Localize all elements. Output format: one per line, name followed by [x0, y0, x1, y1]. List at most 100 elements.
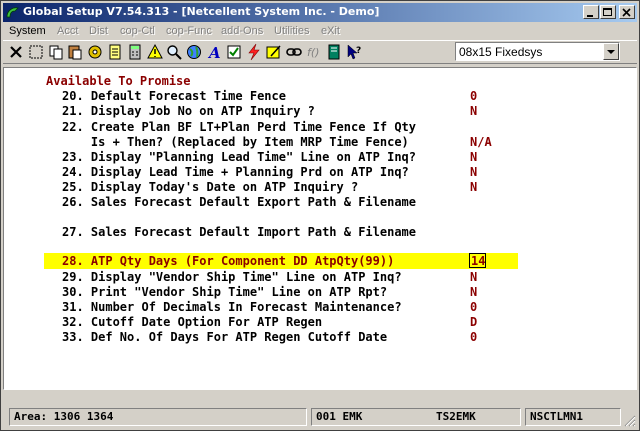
status-menu: NSCTLMN1 — [525, 408, 621, 426]
app-logo-icon — [6, 7, 19, 18]
setting-line[interactable]: 29. Display "Vendor Ship Time" Line on A… — [4, 270, 636, 285]
svg-text:?: ? — [356, 46, 361, 56]
close-icon — [622, 8, 631, 17]
setting-label: 30. Print "Vendor Ship Time" Line on ATP… — [62, 285, 388, 299]
alert-icon[interactable] — [146, 43, 164, 61]
setting-label: 26. Sales Forecast Default Export Path &… — [62, 195, 417, 209]
setting-label: 33. Def No. Of Days For ATP Regen Cutoff… — [62, 330, 388, 344]
title-bar[interactable]: Global Setup V7.54.313 - [Netcellent Sys… — [3, 3, 637, 22]
paste-icon[interactable] — [66, 43, 84, 61]
copy-icon[interactable] — [47, 43, 65, 61]
close-x-icon[interactable] — [7, 43, 25, 61]
setting-label: 31. Number Of Decimals In Forecast Maint… — [62, 300, 402, 314]
setting-value-input[interactable]: 14 — [471, 254, 485, 269]
font-size-select[interactable]: 08x15 Fixedsys — [455, 42, 620, 61]
toolbar: A f() ? 08x15 Fixedsys — [3, 40, 637, 64]
setting-label: Is + Then? (Replaced by Item MRP Time Fe… — [62, 135, 409, 149]
setting-value[interactable]: N — [470, 180, 477, 195]
setting-line[interactable]: 27. Sales Forecast Default Import Path &… — [4, 225, 636, 240]
setting-label: 29. Display "Vendor Ship Time" Line on A… — [62, 270, 402, 284]
setting-line[interactable]: 23. Display "Planning Lead Time" Line on… — [4, 150, 636, 165]
setting-label: 22. Create Plan BF LT+Plan Perd Time Fen… — [62, 120, 417, 134]
window-controls — [582, 5, 635, 20]
setting-line[interactable]: 31. Number Of Decimals In Forecast Maint… — [4, 300, 636, 315]
font-icon[interactable]: A — [205, 43, 223, 61]
setting-label: 21. Display Job No on ATP Inquiry ? — [62, 104, 315, 118]
menu-exit[interactable]: eXit — [321, 25, 340, 37]
setting-value[interactable]: N — [470, 165, 477, 180]
select-icon[interactable] — [27, 43, 45, 61]
globe-icon[interactable] — [185, 43, 203, 61]
status-area: Area: 1306 1364 — [9, 408, 307, 426]
menu-dist[interactable]: Dist — [89, 25, 108, 37]
setting-line[interactable]: 24. Display Lead Time + Planning Prd on … — [4, 165, 636, 180]
resize-grip-icon[interactable] — [624, 415, 636, 427]
menu-utilities[interactable]: Utilities — [274, 25, 309, 37]
book-icon[interactable] — [325, 43, 343, 61]
search-icon[interactable] — [165, 43, 183, 61]
setting-label: 23. Display "Planning Lead Time" Line on… — [62, 150, 417, 164]
terminal-screen[interactable]: Available To Promise 20. Default Forecas… — [3, 67, 637, 390]
setting-line[interactable]: 22. Create Plan BF LT+Plan Perd Time Fen… — [4, 120, 636, 135]
setting-line[interactable]: 32. Cutoff Date Option For ATP Regen D — [4, 315, 636, 330]
setting-value[interactable]: 0 — [470, 300, 477, 315]
setting-label: 20. Default Forecast Time Fence — [62, 89, 286, 103]
notepad-icon[interactable] — [106, 43, 124, 61]
setting-line[interactable]: 26. Sales Forecast Default Export Path &… — [4, 195, 636, 210]
maximize-icon — [603, 8, 612, 16]
setting-value[interactable]: 0 — [470, 89, 477, 104]
section-heading: Available To Promise — [46, 74, 191, 88]
setting-line[interactable]: 25. Display Today's Date on ATP Inquiry … — [4, 180, 636, 195]
setting-value[interactable]: N — [470, 285, 477, 300]
svg-text:A: A — [207, 44, 221, 61]
setting-value[interactable]: N — [470, 150, 477, 165]
menu-bar: System Acct Dist cop-Ctl cop-Func add-On… — [3, 23, 637, 41]
setting-line[interactable]: 33. Def No. Of Days For ATP Regen Cutoff… — [4, 330, 636, 345]
edit-sign-icon[interactable] — [265, 43, 283, 61]
setting-value[interactable]: D — [470, 315, 477, 330]
app-window: Global Setup V7.54.313 - [Netcellent Sys… — [0, 0, 640, 431]
setting-line[interactable]: 30. Print "Vendor Ship Time" Line on ATP… — [4, 285, 636, 300]
minimize-icon — [587, 15, 593, 17]
help-cursor-icon[interactable]: ? — [345, 43, 363, 61]
setting-label: 32. Cutoff Date Option For ATP Regen — [62, 315, 323, 329]
setting-label: 27. Sales Forecast Default Import Path &… — [62, 225, 417, 239]
setting-value[interactable]: N/A — [470, 135, 492, 150]
gear-icon[interactable] — [86, 43, 104, 61]
section-heading-line: Available To Promise — [4, 74, 636, 89]
svg-text:f(): f() — [307, 46, 319, 59]
lightning-icon[interactable] — [245, 43, 263, 61]
menu-add-ons[interactable]: add-Ons — [221, 25, 263, 37]
menu-cop-ctl[interactable]: cop-Ctl — [120, 25, 155, 37]
setting-line[interactable]: Is + Then? (Replaced by Item MRP Time Fe… — [4, 135, 636, 150]
setting-label: 28. ATP Qty Days (For Component DD AtpQt… — [62, 254, 395, 268]
maximize-button[interactable] — [600, 5, 616, 19]
setting-line[interactable]: 21. Display Job No on ATP Inquiry ? N — [4, 104, 636, 119]
chevron-down-icon — [607, 50, 615, 54]
setting-label: 24. Display Lead Time + Planning Prd on … — [62, 165, 409, 179]
setting-label: 25. Display Today's Date on ATP Inquiry … — [62, 180, 359, 194]
link-icon[interactable] — [285, 43, 303, 61]
status-terminal: TS2EMK — [436, 410, 476, 423]
status-bar: Area: 1306 1364 001 EMK TS2EMK NSCTLMN1 — [3, 406, 637, 428]
setting-line[interactable]: 20. Default Forecast Time Fence 0 — [4, 89, 636, 104]
setting-value[interactable]: N — [470, 104, 477, 119]
script-icon[interactable]: f() — [305, 43, 323, 61]
font-size-value: 08x15 Fixedsys — [459, 45, 543, 59]
menu-system[interactable]: System — [9, 25, 46, 37]
close-button[interactable] — [619, 5, 635, 19]
menu-cop-func[interactable]: cop-Func — [166, 25, 212, 37]
window-title: Global Setup V7.54.313 - [Netcellent Sys… — [23, 5, 380, 18]
minimize-button[interactable] — [583, 5, 599, 19]
status-user-terminal: 001 EMK TS2EMK — [311, 408, 521, 426]
check-icon[interactable] — [225, 43, 243, 61]
calculator-icon[interactable] — [126, 43, 144, 61]
status-user: 001 EMK — [316, 410, 363, 423]
menu-acct[interactable]: Acct — [57, 25, 78, 37]
setting-value[interactable]: N — [470, 270, 477, 285]
dropdown-button[interactable] — [603, 43, 619, 60]
setting-value[interactable]: 0 — [470, 330, 477, 345]
setting-line-selected[interactable]: 28. ATP Qty Days (For Component DD AtpQt… — [4, 254, 636, 269]
